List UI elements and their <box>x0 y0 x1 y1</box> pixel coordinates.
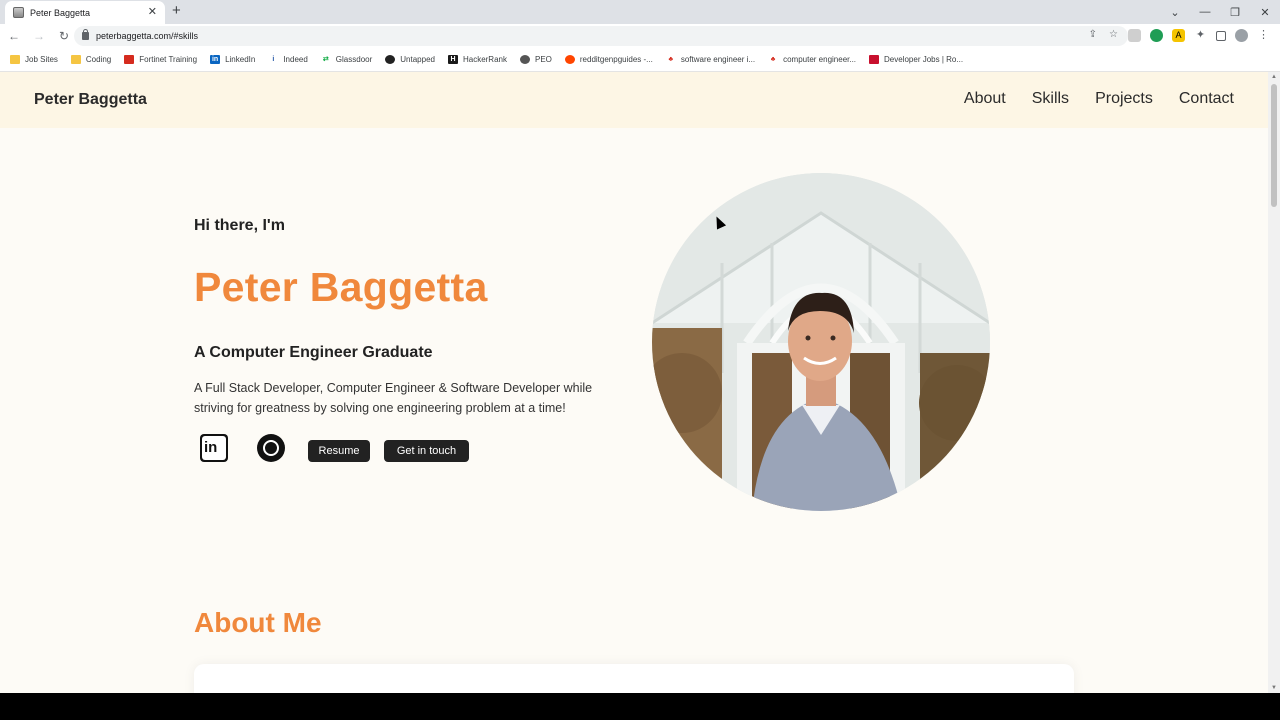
bookmark-label: Glassdoor <box>335 55 373 64</box>
bookmark-developer-jobs[interactable]: Developer Jobs | Ro... <box>869 55 963 64</box>
bookmark-label: Fortinet Training <box>139 55 198 64</box>
nav-projects[interactable]: Projects <box>1095 90 1153 108</box>
page-scrollbar[interactable]: ▲ ▼ <box>1268 72 1280 693</box>
forward-arrow-icon[interactable]: → <box>28 29 50 43</box>
reddit-icon <box>564 55 575 64</box>
bookmark-label: Developer Jobs | Ro... <box>884 55 964 64</box>
extension-icon[interactable] <box>1150 29 1163 42</box>
site-logo[interactable]: Peter Baggetta <box>34 91 147 109</box>
maple-leaf-icon: ♣ <box>770 56 776 63</box>
bookmark-job-sites[interactable]: Job Sites <box>10 55 58 64</box>
bookmark-reddit[interactable]: redditgenpguides -... <box>564 55 653 64</box>
bookmark-label: Job Sites <box>25 55 58 64</box>
lock-icon[interactable] <box>82 29 89 40</box>
address-bar[interactable]: peterbaggetta.com/#skills ⇪ ☆ <box>74 26 1128 46</box>
tab-title: Peter Baggetta <box>30 7 91 18</box>
restore-button[interactable]: ❐ <box>1220 6 1250 19</box>
bookmark-untapped[interactable]: Untapped <box>385 55 435 64</box>
indeed-icon: i <box>272 56 275 63</box>
extensions-area: A ✦ ⋮ <box>1128 29 1270 42</box>
get-in-touch-button[interactable]: Get in touch <box>384 440 469 462</box>
minimize-button[interactable]: — <box>1190 6 1220 18</box>
bookmark-software-engineer[interactable]: ♣ software engineer i... <box>666 55 756 64</box>
bookmark-hackerrank[interactable]: H HackerRank <box>447 55 507 64</box>
fortinet-icon <box>124 55 135 64</box>
site-nav: About Skills Projects Contact <box>964 90 1234 108</box>
url-text[interactable]: peterbaggetta.com/#skills <box>96 31 198 41</box>
bookmark-label: software engineer i... <box>680 55 756 64</box>
globe-icon <box>519 55 530 64</box>
browser-toolbar: ← → ↻ peterbaggetta.com/#skills ⇪ ☆ A ✦ … <box>0 24 1280 48</box>
bookmark-label: Untapped <box>400 55 435 64</box>
resume-button[interactable]: Resume <box>308 440 370 462</box>
hackerrank-icon: H <box>447 55 458 64</box>
bookmark-coding[interactable]: Coding <box>70 55 112 64</box>
browser-tab[interactable]: Peter Baggetta ✕ <box>5 1 165 24</box>
hero-subtitle: A Computer Engineer Graduate <box>194 344 433 361</box>
puzzle-extensions-icon[interactable]: ✦ <box>1194 29 1207 42</box>
bookmark-star-icon[interactable]: ☆ <box>1109 29 1118 40</box>
window-controls: ⌄ — ❐ ✕ <box>1160 0 1280 24</box>
folder-icon <box>10 55 20 64</box>
bookmark-label: Indeed <box>283 55 308 64</box>
extension-icon[interactable]: A <box>1172 29 1185 42</box>
hero-greeting: Hi there, I'm <box>194 217 285 234</box>
linkedin-icon[interactable]: in <box>200 434 228 462</box>
linkedin-icon: in <box>210 55 221 64</box>
share-icon[interactable]: ⇪ <box>1089 29 1097 40</box>
new-tab-button[interactable]: + <box>172 2 181 19</box>
close-tab-icon[interactable]: ✕ <box>148 7 157 18</box>
bookmarks-bar: Job Sites Coding Fortinet Training in Li… <box>0 48 1280 72</box>
more-menu-icon[interactable]: ⋮ <box>1257 29 1270 42</box>
folder-icon <box>70 55 81 64</box>
extension-icon[interactable] <box>1128 29 1141 42</box>
bookmark-computer-engineer[interactable]: ♣ computer engineer... <box>768 55 856 64</box>
nav-skills[interactable]: Skills <box>1032 90 1069 108</box>
close-window-button[interactable]: ✕ <box>1250 6 1280 19</box>
site-favicon-icon <box>13 7 24 18</box>
bookmark-label: Coding <box>85 55 112 64</box>
bookmark-label: LinkedIn <box>225 55 256 64</box>
nav-contact[interactable]: Contact <box>1179 90 1234 108</box>
side-panel-icon[interactable] <box>1216 30 1226 41</box>
browser-tab-bar: Peter Baggetta ✕ + ⌄ — ❐ ✕ <box>0 0 1280 24</box>
bookmark-indeed[interactable]: i Indeed <box>268 55 307 64</box>
about-card <box>194 664 1074 693</box>
profile-photo <box>652 173 990 511</box>
bookmark-linkedin[interactable]: in LinkedIn <box>210 55 255 64</box>
jobs-icon <box>869 55 880 64</box>
scroll-up-icon[interactable]: ▲ <box>1271 74 1277 80</box>
site-header: Peter Baggetta About Skills Projects Con… <box>0 72 1268 128</box>
scroll-down-icon[interactable]: ▼ <box>1271 685 1277 691</box>
github-icon[interactable] <box>257 434 285 462</box>
hero-name: Peter Baggetta <box>194 264 488 310</box>
bookmark-fortinet[interactable]: Fortinet Training <box>124 55 197 64</box>
nav-about[interactable]: About <box>964 90 1006 108</box>
bookmark-label: HackerRank <box>462 55 507 64</box>
back-arrow-icon[interactable]: ← <box>3 29 25 43</box>
reload-icon[interactable]: ↻ <box>53 29 75 43</box>
about-section-title: About Me <box>194 607 322 638</box>
tab-search-button[interactable]: ⌄ <box>1160 6 1190 19</box>
web-page: Peter Baggetta About Skills Projects Con… <box>0 72 1268 693</box>
hero-description: A Full Stack Developer, Computer Enginee… <box>194 381 593 415</box>
bookmark-label: PEO <box>534 55 552 64</box>
maple-leaf-icon: ♣ <box>668 56 674 63</box>
profile-avatar-icon[interactable] <box>1235 29 1248 42</box>
scroll-thumb[interactable] <box>1271 84 1277 207</box>
bookmark-label: computer engineer... <box>783 55 857 64</box>
bookmark-peo[interactable]: PEO <box>519 55 552 64</box>
untapped-icon <box>385 55 396 64</box>
bookmark-label: redditgenpguides -... <box>579 55 653 64</box>
glassdoor-icon: ⇄ <box>322 56 329 63</box>
bookmark-glassdoor[interactable]: ⇄ Glassdoor <box>321 55 372 64</box>
